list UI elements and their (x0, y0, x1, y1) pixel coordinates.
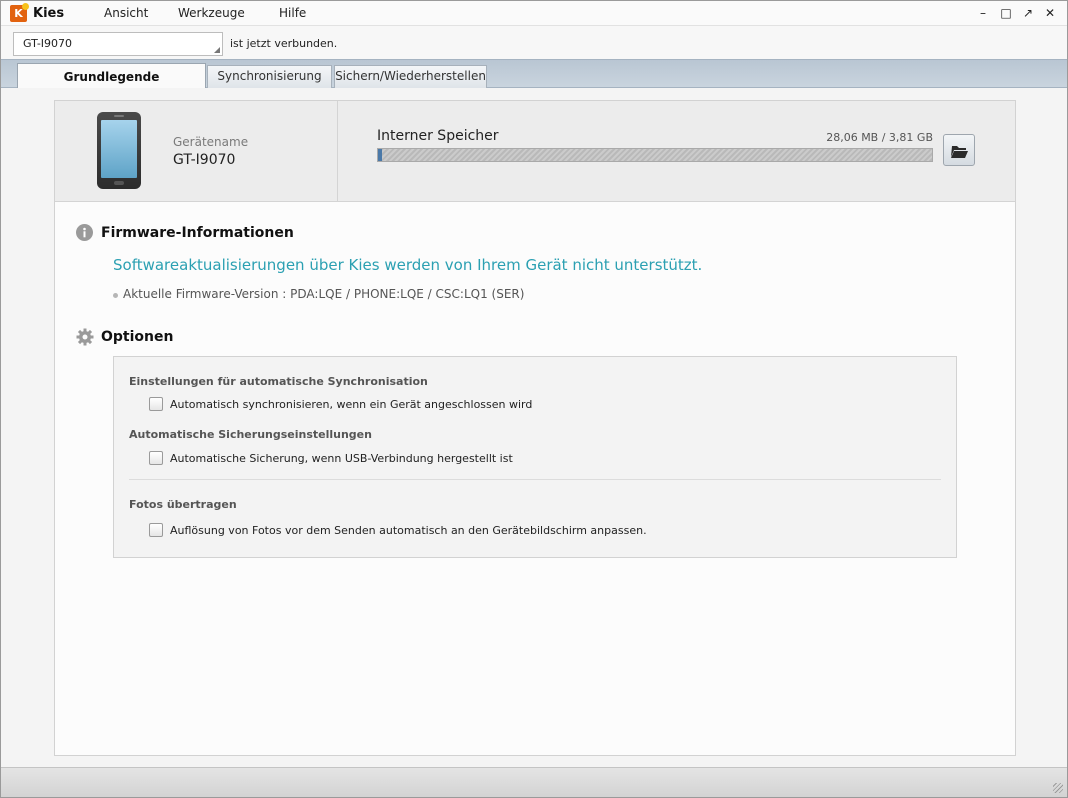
phone-home-button (114, 181, 124, 185)
device-name-label: Gerätename (173, 135, 249, 149)
photo-resize-label[interactable]: Auflösung von Fotos vor dem Senden autom… (170, 524, 647, 537)
basic-info-panel: Gerätename GT-I9070 Interner Speicher 28… (54, 100, 1016, 756)
device-select[interactable]: GT-I9070 (13, 32, 223, 56)
options-title: Optionen (101, 329, 174, 345)
resize-grip-icon[interactable] (1053, 783, 1063, 793)
app-title: Kies (33, 6, 65, 21)
options-divider (129, 479, 941, 480)
menu-ansicht[interactable]: Ansicht (104, 6, 148, 20)
mini-mode-button[interactable]: ↗ (1018, 4, 1038, 22)
close-button[interactable]: ✕ (1040, 4, 1060, 22)
photo-resize-checkbox[interactable] (149, 523, 163, 537)
auto-backup-heading: Automatische Sicherungseinstellungen (129, 428, 372, 441)
tab-sichern-wiederherstellen[interactable]: Sichern/Wiederherstellen (334, 65, 487, 88)
tab-grundlegende-informationen[interactable]: Grundlegende Informationen (17, 63, 206, 110)
firmware-version: Aktuelle Firmware-Version : PDA:LQE / PH… (123, 287, 525, 301)
minimize-button[interactable]: – (973, 4, 993, 22)
folder-open-icon (951, 146, 968, 158)
auto-sync-heading: Einstellungen für automatische Synchroni… (129, 375, 428, 388)
storage-title: Interner Speicher (377, 128, 499, 144)
device-summary: Gerätename GT-I9070 Interner Speicher 28… (55, 101, 1015, 202)
device-name-value: GT-I9070 (173, 152, 236, 168)
gear-icon (76, 328, 94, 346)
auto-sync-checkbox[interactable] (149, 397, 163, 411)
menu-hilfe[interactable]: Hilfe (279, 6, 306, 20)
tab-synchronisierung[interactable]: Synchronisierung (207, 65, 332, 88)
tab-strip: Grundlegende Informationen Synchronisier… (1, 59, 1067, 110)
storage-amount: 28,06 MB / 3,81 GB (826, 131, 933, 144)
connection-status: ist jetzt verbunden. (230, 37, 338, 50)
summary-divider (337, 101, 338, 201)
device-select-value: GT-I9070 (23, 37, 73, 50)
maximize-button[interactable]: □ (996, 4, 1016, 22)
storage-usage-bar (377, 148, 933, 162)
auto-backup-checkbox[interactable] (149, 451, 163, 465)
device-bar: GT-I9070 ist jetzt verbunden. (1, 26, 1067, 59)
kies-window: K Kies Ansicht Werkzeuge Hilfe – □ ↗ ✕ G… (0, 0, 1068, 798)
kies-logo-icon: K (10, 3, 29, 22)
content-area: Gerätename GT-I9070 Interner Speicher 28… (1, 88, 1067, 767)
menu-werkzeuge[interactable]: Werkzeuge (178, 6, 245, 20)
logo-dot (22, 3, 29, 10)
info-icon (76, 224, 93, 241)
open-folder-button[interactable] (943, 134, 975, 166)
phone-image (97, 112, 141, 189)
firmware-warning: Softwareaktualisierungen über Kies werde… (113, 256, 703, 274)
auto-backup-label[interactable]: Automatische Sicherung, wenn USB-Verbind… (170, 452, 513, 465)
firmware-title: Firmware-Informationen (101, 225, 294, 241)
auto-sync-label[interactable]: Automatisch synchronisieren, wenn ein Ge… (170, 398, 532, 411)
photo-transfer-heading: Fotos übertragen (129, 498, 237, 511)
dropdown-grip-icon (214, 47, 220, 53)
options-box: Einstellungen für automatische Synchroni… (113, 356, 957, 558)
phone-screen (101, 120, 137, 178)
status-bar (1, 767, 1067, 797)
bullet-dot (113, 293, 118, 298)
title-bar: K Kies Ansicht Werkzeuge Hilfe – □ ↗ ✕ (1, 1, 1067, 26)
logo-letter: K (14, 7, 23, 20)
storage-usage-fill (378, 149, 382, 161)
phone-speaker (114, 115, 124, 117)
